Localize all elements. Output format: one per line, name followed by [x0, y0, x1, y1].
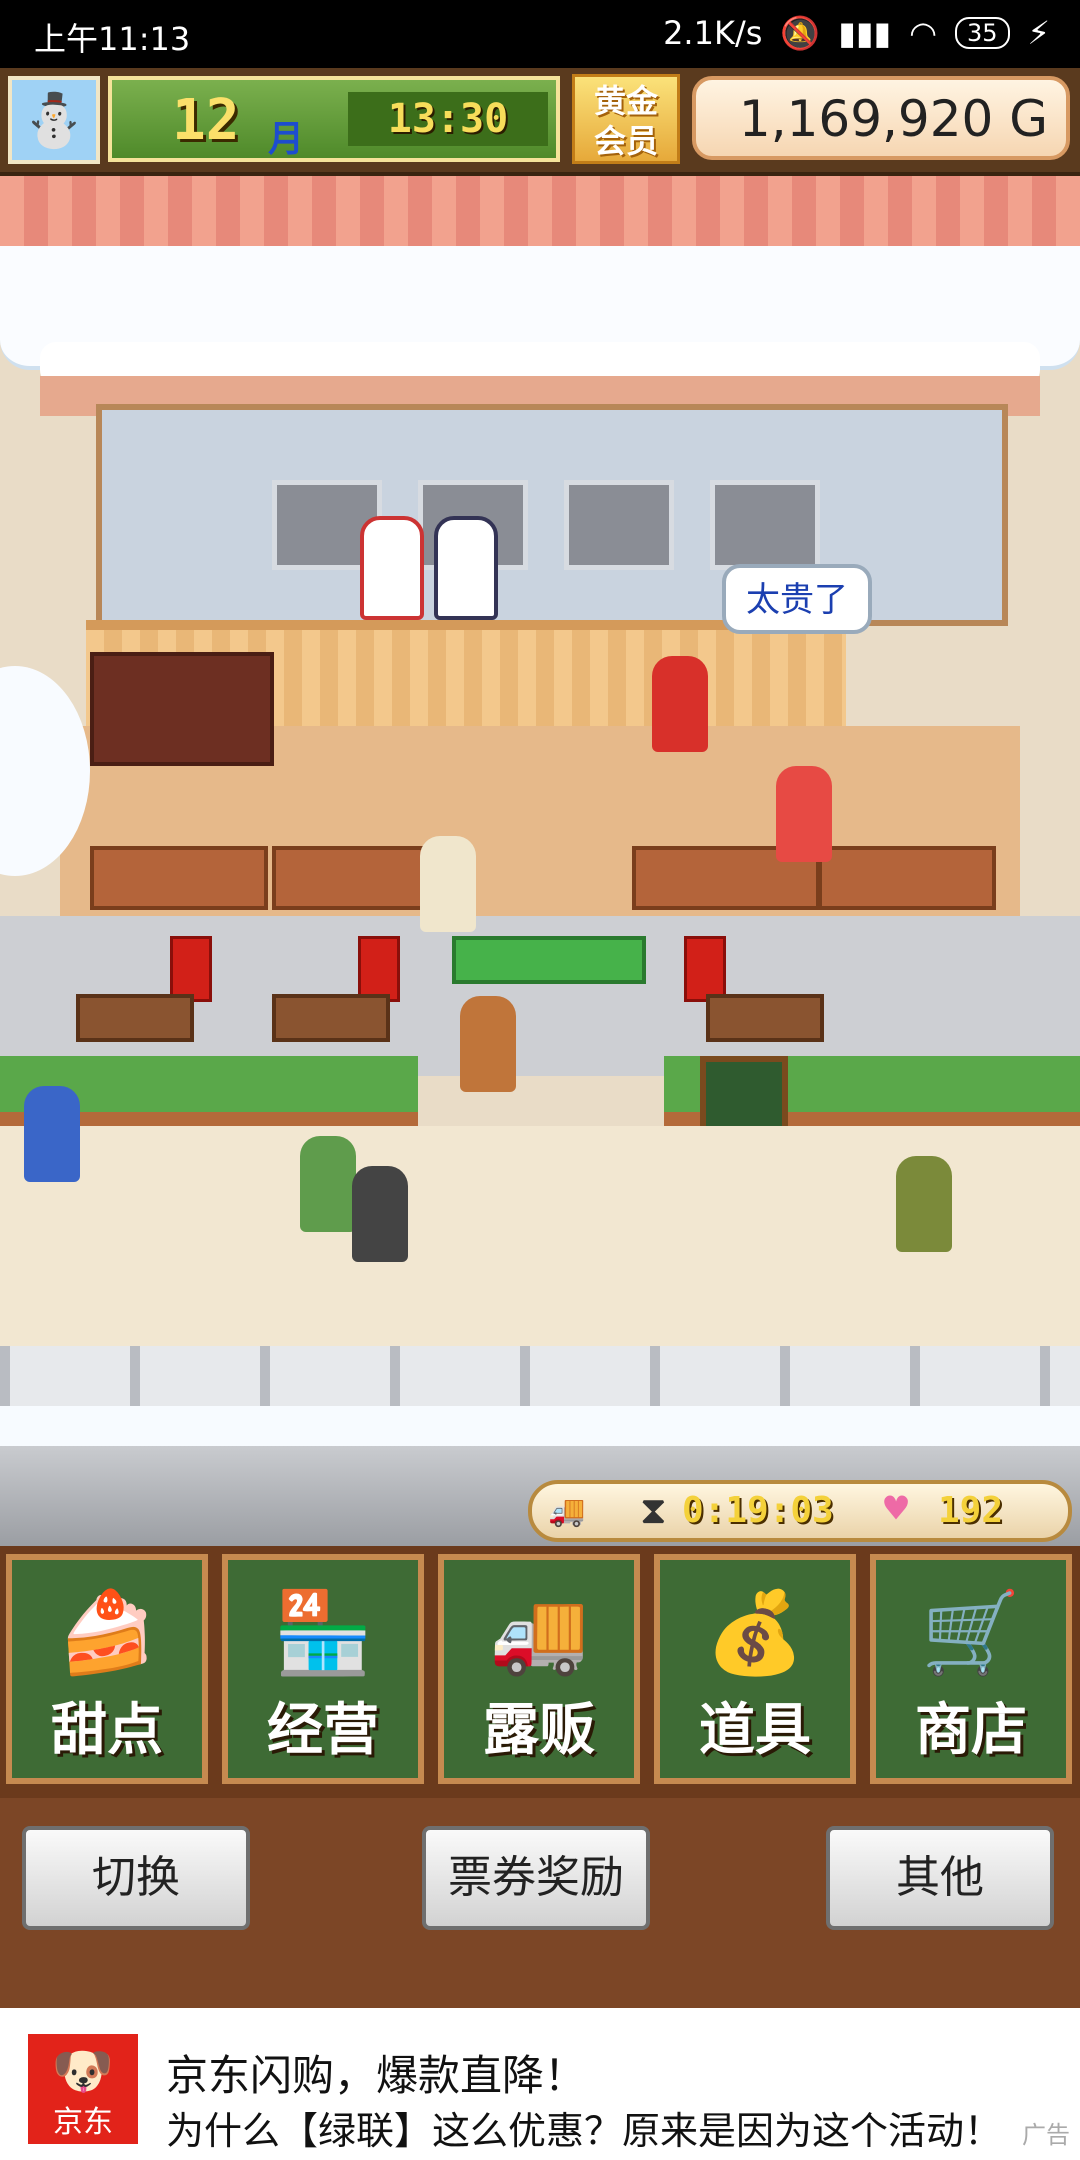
gold-member-badge[interactable]: 黄金会员: [572, 74, 680, 164]
menu-label: 道具: [699, 1698, 811, 1763]
menu-button-items[interactable]: 💰 道具: [654, 1554, 856, 1784]
game-clock: 13:30: [348, 92, 548, 146]
menu-button-food-truck[interactable]: 🚚 露贩: [438, 1554, 640, 1784]
signal-icon: ▮▮▮: [838, 14, 892, 52]
staff-character[interactable]: [776, 766, 832, 862]
ad-tag: 广告: [1022, 2121, 1070, 2149]
other-button[interactable]: 其他: [826, 1826, 1054, 1930]
pedestrian-character[interactable]: [896, 1156, 952, 1252]
main-menu: 🍰 甜点 🏪 经营 🚚 露贩 💰 道具 🛒 商店: [0, 1546, 1080, 1798]
food-truck-icon: 🚚: [548, 1494, 586, 1529]
customer-character[interactable]: [420, 836, 476, 932]
menu-button-management[interactable]: 🏪 经营: [222, 1554, 424, 1784]
menu-label: 商店: [915, 1698, 1027, 1763]
chef-character[interactable]: [360, 516, 424, 620]
menu-label: 甜点: [51, 1698, 163, 1763]
month-number: 12: [172, 88, 240, 153]
bread-shelf[interactable]: [818, 846, 996, 910]
game-hud: ⛄ 12 月 13:30 黄金会员 1,169,920 G: [0, 68, 1080, 178]
heart-count: 192: [938, 1490, 1004, 1531]
switch-button[interactable]: 切换: [22, 1826, 250, 1930]
shopping-cart-icon: 🛒: [921, 1586, 1021, 1679]
jd-logo: 🐶 京东: [28, 2034, 138, 2144]
menu-label: 露贩: [483, 1698, 595, 1763]
jd-dog-icon: 🐶: [51, 2042, 115, 2100]
chef-character[interactable]: [434, 516, 498, 620]
oven: [564, 480, 674, 570]
speech-bubble: 太贵了: [722, 564, 872, 634]
pedestrian-character[interactable]: [300, 1136, 356, 1232]
customer-character[interactable]: [460, 996, 516, 1092]
menu-button-store[interactable]: 🛒 商店: [870, 1554, 1072, 1784]
money-counter: 1,169,920 G: [692, 76, 1070, 160]
red-chair[interactable]: [684, 936, 726, 1002]
ad-brand: 京东: [53, 2105, 113, 2140]
item-bag-icon: 💰: [705, 1586, 805, 1679]
bottom-button-bar: 切换 票券奖励 其他: [0, 1798, 1080, 2008]
ad-banner[interactable]: 🐶 京东 京东闪购，爆款直降！ 为什么【绿联】这么优惠？原来是因为这个活动！ 广…: [0, 2008, 1080, 2160]
gold-member-label: 黄金会员: [593, 82, 658, 160]
hourglass-icon: ⧗: [640, 1488, 667, 1532]
wooden-table[interactable]: [706, 994, 824, 1042]
date-time-panel: 12 月 13:30: [108, 76, 560, 162]
pedestrian-character[interactable]: [352, 1166, 408, 1262]
network-speed: 2.1K/s: [663, 14, 763, 52]
month-label: 月: [268, 119, 305, 160]
street-fence: [0, 1346, 1080, 1406]
pedestrian-character[interactable]: [24, 1086, 80, 1182]
food-truck-icon: 🚚: [489, 1586, 589, 1679]
shop-icon: 🏪: [273, 1586, 373, 1679]
entrance-mat: [452, 936, 646, 984]
battery-indicator: 35: [954, 17, 1010, 49]
wifi-icon: ◠: [909, 14, 937, 52]
customer-character[interactable]: [652, 656, 708, 752]
oven: [710, 480, 820, 570]
street-snow: [0, 1406, 1080, 1446]
pastry-shelf[interactable]: [90, 846, 268, 910]
mute-icon: 🔕: [780, 14, 821, 52]
status-bar: 上午11:13 2.1K/s 🔕 ▮▮▮ ◠ 35 ⚡: [0, 0, 1080, 68]
bakery-scene[interactable]: 太贵了: [0, 176, 1080, 1546]
red-chair[interactable]: [170, 936, 212, 1002]
truck-timer: 0:19:03: [682, 1490, 834, 1531]
red-chair[interactable]: [358, 936, 400, 1002]
snowman-icon[interactable]: ⛄: [8, 76, 100, 164]
wooden-table[interactable]: [272, 994, 390, 1042]
wooden-table[interactable]: [76, 994, 194, 1042]
status-icons: 2.1K/s 🔕 ▮▮▮ ◠ 35 ⚡: [663, 14, 1050, 52]
pastry-shelf[interactable]: [272, 846, 440, 910]
display-cabinet[interactable]: [90, 652, 274, 766]
ad-title: 京东闪购，爆款直降！: [166, 2051, 587, 2100]
cake-icon: 🍰: [57, 1586, 157, 1679]
ad-description: 为什么【绿联】这么优惠？原来是因为这个活动！: [166, 2109, 1003, 2153]
menu-button-desserts[interactable]: 🍰 甜点: [6, 1554, 208, 1784]
status-time: 上午11:13: [34, 20, 191, 58]
heart-icon: ♥: [884, 1486, 909, 1532]
food-truck-timer-bar[interactable]: 🚚 ⧗ 0:19:03 ♥ 192: [528, 1480, 1072, 1542]
ticket-reward-button[interactable]: 票券奖励: [422, 1826, 650, 1930]
menu-label: 经营: [267, 1698, 379, 1763]
charging-icon: ⚡: [1027, 14, 1050, 52]
